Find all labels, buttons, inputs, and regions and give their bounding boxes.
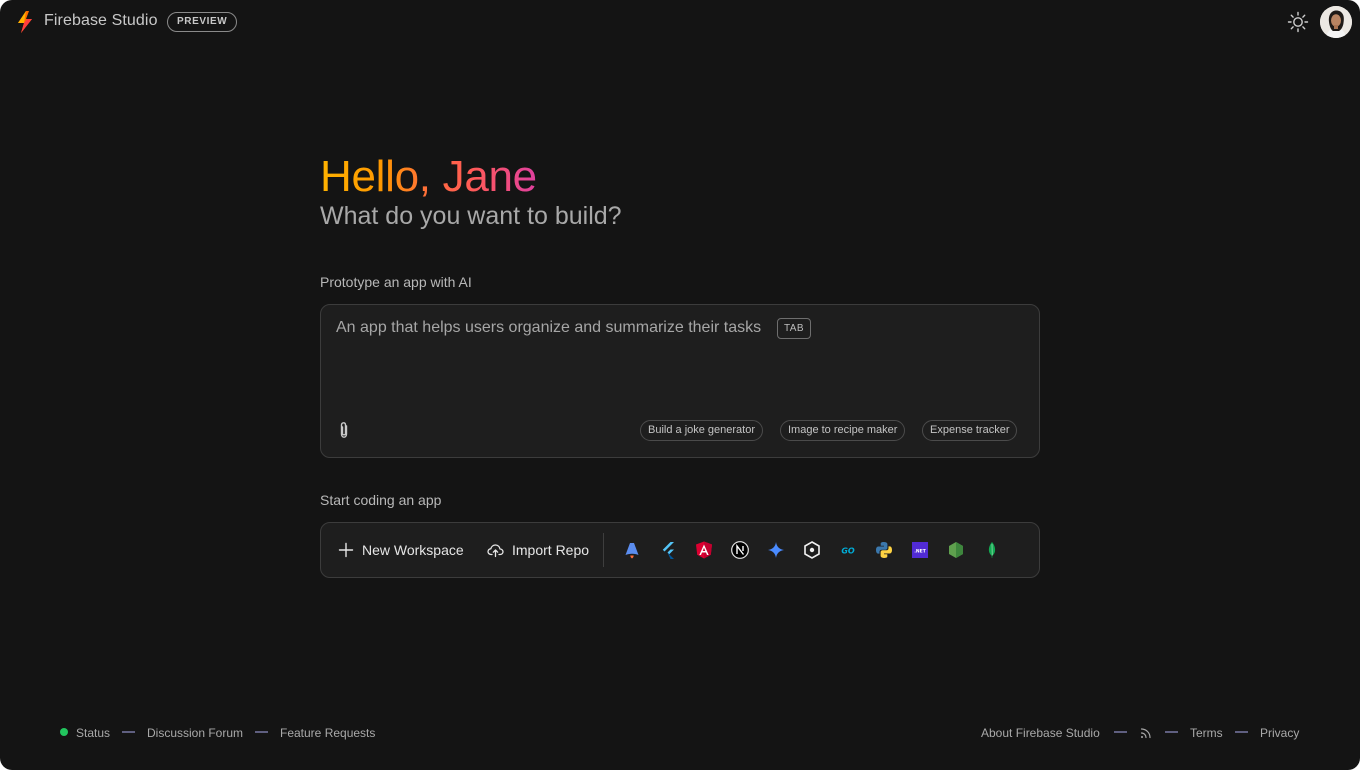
suggestion-chip-recipe-maker[interactable]: Image to recipe maker <box>780 420 906 441</box>
python-icon[interactable] <box>874 540 894 560</box>
new-workspace-label: New Workspace <box>362 542 464 558</box>
ai-sdk-icon[interactable] <box>802 540 822 560</box>
header: Firebase Studio PREVIEW <box>0 0 1360 44</box>
coding-bar: New Workspace Import Repo GO .NET <box>320 522 1040 578</box>
tab-key-hint: TAB <box>777 318 811 339</box>
footer-feature-requests-link[interactable]: Feature Requests <box>280 726 375 740</box>
brand-name[interactable]: Firebase Studio <box>44 12 158 30</box>
divider <box>603 533 604 567</box>
dotnet-icon[interactable]: .NET <box>910 540 930 560</box>
status-indicator-dot <box>60 728 68 736</box>
import-repo-label: Import Repo <box>512 542 590 558</box>
import-repo-button[interactable]: Import Repo <box>487 523 589 577</box>
footer-separator <box>1114 731 1127 733</box>
suggestion-chip-expense-tracker[interactable]: Expense tracker <box>922 420 1018 441</box>
prototype-section-label: Prototype an app with AI <box>320 274 472 290</box>
angular-icon[interactable] <box>694 540 714 560</box>
footer-status-link[interactable]: Status <box>76 726 110 740</box>
footer-privacy-link[interactable]: Privacy <box>1260 726 1299 740</box>
preview-badge: PREVIEW <box>167 12 238 32</box>
cloud-upload-icon <box>487 544 504 558</box>
footer-separator <box>1165 731 1178 733</box>
nextjs-icon[interactable] <box>730 540 750 560</box>
new-workspace-button[interactable]: New Workspace <box>338 523 464 577</box>
prompt-placeholder: An app that helps users organize and sum… <box>336 319 762 336</box>
nodejs-icon[interactable] <box>946 540 966 560</box>
plus-icon <box>338 542 354 558</box>
coding-section-label: Start coding an app <box>320 492 442 508</box>
footer-separator <box>122 731 135 733</box>
flutter-icon[interactable] <box>658 540 678 560</box>
app-window: Firebase Studio PREVIEW Hello, Jane What… <box>0 0 1360 770</box>
greeting-heading: Hello, Jane <box>320 152 537 201</box>
footer-discussion-forum-link[interactable]: Discussion Forum <box>147 726 243 740</box>
svg-text:GO: GO <box>841 547 855 556</box>
footer-about-link[interactable]: About Firebase Studio <box>981 726 1100 740</box>
footer-terms-link[interactable]: Terms <box>1190 726 1223 740</box>
gemini-icon[interactable] <box>766 540 786 560</box>
footer-separator <box>1235 731 1248 733</box>
user-avatar[interactable] <box>1320 6 1352 38</box>
astro-icon[interactable] <box>622 540 642 560</box>
go-icon[interactable]: GO <box>838 540 858 560</box>
footer-separator <box>255 731 268 733</box>
theme-toggle-sun-icon[interactable] <box>1286 10 1310 34</box>
svg-text:.NET: .NET <box>914 549 927 555</box>
attach-file-icon[interactable] <box>335 420 353 440</box>
greeting-subtitle: What do you want to build? <box>320 202 622 230</box>
rss-feed-icon[interactable] <box>1140 726 1152 739</box>
firebase-studio-logo-icon[interactable] <box>15 10 35 34</box>
mongodb-icon[interactable] <box>982 540 1002 560</box>
prompt-input[interactable]: An app that helps users organize and sum… <box>320 304 1040 458</box>
suggestion-chip-joke-generator[interactable]: Build a joke generator <box>640 420 764 441</box>
